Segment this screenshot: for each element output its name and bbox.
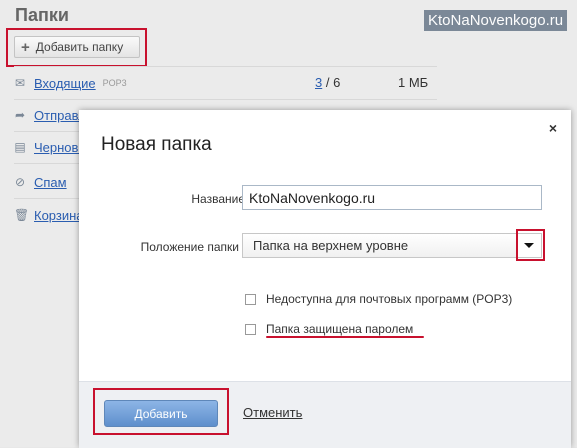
folder-row-spam[interactable]: ⊘ Спам — [14, 172, 67, 192]
folder-position-value: Папка на верхнем уровне — [253, 238, 409, 253]
pop3-tag: POP3 — [102, 78, 127, 88]
highlight-underline — [266, 336, 424, 338]
divider — [14, 66, 437, 67]
position-label: Положение папки — [140, 240, 239, 254]
inbox-icon: ✉ — [14, 76, 26, 90]
unread-count-link[interactable]: 3 — [315, 75, 322, 90]
folder-size: 1 МБ — [398, 75, 429, 90]
highlight-add-button — [93, 388, 229, 435]
checkbox-row-password[interactable]: Папка защищена паролем — [245, 322, 413, 336]
divider — [14, 99, 437, 100]
folder-link-inbox[interactable]: Входящие — [34, 76, 96, 91]
checkbox-row-pop3[interactable]: Недоступна для почтовых программ (POP3) — [245, 292, 512, 306]
sent-icon: ➦ — [14, 108, 26, 122]
close-icon[interactable]: × — [549, 120, 557, 136]
name-label: Название — [191, 192, 245, 206]
folder-link-trash[interactable]: Корзина — [34, 208, 84, 223]
trash-icon: 🗑 — [14, 208, 30, 222]
dialog-title: Новая папка — [101, 134, 212, 155]
folder-row-trash[interactable]: 🗑 Корзина — [14, 205, 84, 225]
checkbox-pop3[interactable] — [245, 293, 256, 305]
folder-position-select[interactable]: Папка на верхнем уровне — [242, 233, 542, 258]
folder-link-spam[interactable]: Спам — [34, 175, 67, 190]
folder-name-input[interactable] — [242, 185, 542, 210]
spam-icon: ⊘ — [14, 175, 26, 189]
checkbox-pop3-label: Недоступна для почтовых программ (POP3) — [266, 292, 513, 306]
message-count: 3 / 6 — [315, 75, 340, 90]
checkbox-password-label: Папка защищена паролем — [266, 322, 414, 336]
highlight-dropdown-arrow — [516, 229, 545, 261]
folder-row-inbox[interactable]: ✉ Входящие POP3 — [14, 73, 127, 93]
drafts-icon: ▤ — [14, 140, 26, 154]
watermark: KtoNaNovenkogo.ru — [424, 10, 568, 31]
page-title: Папки — [15, 5, 69, 25]
total-count: / 6 — [325, 75, 341, 90]
cancel-link[interactable]: Отменить — [243, 405, 302, 420]
checkbox-password[interactable] — [245, 323, 256, 335]
highlight-add-folder — [6, 28, 147, 67]
new-folder-dialog: × Новая папка Название Положение папки П… — [79, 110, 571, 448]
